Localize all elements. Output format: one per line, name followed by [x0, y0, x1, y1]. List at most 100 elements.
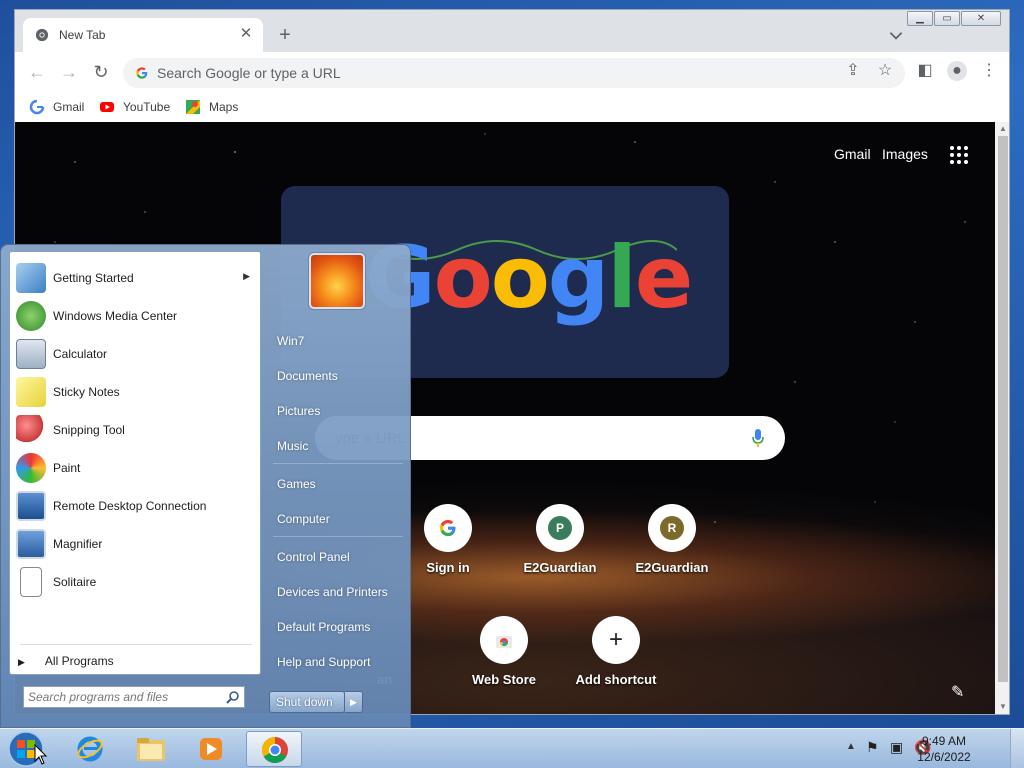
- program-magnifier[interactable]: Magnifier: [12, 526, 258, 562]
- program-label: Magnifier: [53, 537, 103, 551]
- start-search-box[interactable]: [23, 686, 245, 708]
- shortcut-add[interactable]: + Add shortcut: [560, 608, 672, 708]
- shut-down-options-arrow-icon[interactable]: ▶: [345, 691, 363, 713]
- chrome-icon: [261, 736, 288, 764]
- scroll-down-arrow-icon[interactable]: ▼: [998, 702, 1008, 712]
- place-help-and-support[interactable]: Help and Support: [277, 655, 370, 669]
- scrollbar-thumb[interactable]: [998, 136, 1008, 682]
- window-controls: ▁ ▭ ✕: [906, 11, 1001, 28]
- program-label: Getting Started: [53, 271, 134, 285]
- remote-desktop-icon: [16, 491, 46, 521]
- shortcut-icon-circle: [480, 616, 528, 664]
- taskbar-media-player[interactable]: [182, 731, 238, 767]
- start-menu-programs-pane: Getting Started ▶ Windows Media Center C…: [9, 251, 261, 675]
- tab-search-chevron-icon[interactable]: [887, 26, 905, 44]
- menu-kebab-icon[interactable]: ⋮: [979, 61, 999, 81]
- shortcut-icon-circle: [424, 504, 472, 552]
- user-avatar[interactable]: [309, 253, 365, 309]
- tab-new-tab[interactable]: New Tab ✕: [23, 18, 263, 52]
- program-paint[interactable]: Paint: [12, 450, 258, 486]
- search-icon[interactable]: [226, 690, 240, 704]
- close-window-button[interactable]: ✕: [961, 11, 1001, 26]
- bookmark-label: YouTube: [123, 100, 171, 114]
- menu-separator: [273, 463, 403, 464]
- program-sticky-notes[interactable]: Sticky Notes: [12, 374, 258, 410]
- start-search-area: [9, 675, 261, 719]
- place-documents[interactable]: Documents: [277, 369, 338, 383]
- shut-down-button[interactable]: Shut down: [269, 691, 345, 713]
- chrome-favicon-icon: [35, 28, 49, 42]
- address-bar[interactable]: [123, 58, 905, 88]
- back-arrow-icon[interactable]: ←: [25, 60, 49, 84]
- place-games[interactable]: Games: [277, 477, 316, 491]
- bookmark-gmail[interactable]: Gmail: [29, 97, 84, 117]
- web-store-icon: [496, 636, 512, 648]
- google-apps-grid-icon[interactable]: [950, 146, 970, 166]
- google-doodle-logo: Google: [365, 228, 693, 328]
- youtube-icon: [100, 102, 114, 112]
- folder-icon: [137, 738, 165, 761]
- place-default-programs[interactable]: Default Programs: [277, 620, 370, 634]
- place-control-panel[interactable]: Control Panel: [277, 550, 350, 564]
- shortcut-e2guardian-r[interactable]: R E2Guardian: [616, 496, 728, 596]
- forward-arrow-icon[interactable]: →: [57, 60, 81, 84]
- address-input[interactable]: [157, 62, 817, 84]
- place-devices-and-printers[interactable]: Devices and Printers: [277, 585, 388, 599]
- show-hidden-icons-icon[interactable]: ▲: [846, 741, 856, 752]
- bookmark-youtube[interactable]: YouTube: [99, 97, 170, 117]
- program-label: Snipping Tool: [53, 423, 125, 437]
- reload-icon[interactable]: ↻: [89, 60, 113, 84]
- minimize-button[interactable]: ▁: [907, 11, 933, 26]
- taskbar-windows-explorer[interactable]: [122, 731, 178, 767]
- place-computer[interactable]: Computer: [277, 512, 330, 526]
- program-label: Solitaire: [53, 575, 97, 589]
- taskbar-google-chrome[interactable]: [246, 731, 302, 767]
- bookmark-maps[interactable]: Maps: [185, 97, 238, 117]
- bookmark-label: Gmail: [53, 100, 85, 114]
- share-icon[interactable]: ⇪: [843, 61, 863, 81]
- show-desktop-button[interactable]: [1010, 729, 1024, 768]
- scroll-up-arrow-icon[interactable]: ▲: [998, 124, 1008, 134]
- program-calculator[interactable]: Calculator: [12, 336, 258, 372]
- gmail-link[interactable]: Gmail: [834, 146, 871, 162]
- mouse-cursor-icon: [34, 744, 48, 765]
- shortcut-icon-circle: R: [648, 504, 696, 552]
- new-tab-button[interactable]: +: [273, 24, 297, 48]
- program-getting-started[interactable]: Getting Started ▶: [12, 260, 258, 296]
- place-pictures[interactable]: Pictures: [277, 404, 320, 418]
- letter-avatar-icon: R: [660, 516, 684, 540]
- start-search-input[interactable]: [28, 689, 218, 705]
- menu-separator: [20, 644, 252, 645]
- paint-icon: [16, 453, 46, 483]
- shortcut-icon-circle: +: [592, 616, 640, 664]
- shortcut-e2guardian-p[interactable]: P E2Guardian: [504, 496, 616, 596]
- program-solitaire[interactable]: Solitaire: [12, 564, 258, 600]
- program-snipping-tool[interactable]: Snipping Tool: [12, 412, 258, 448]
- shortcut-web-store[interactable]: Web Store: [448, 608, 560, 708]
- images-link[interactable]: Images: [882, 146, 928, 162]
- taskbar-clock[interactable]: 9:49 AM 12/6/2022: [898, 733, 990, 765]
- taskbar-internet-explorer[interactable]: [62, 731, 118, 767]
- clock-date: 12/6/2022: [917, 750, 971, 764]
- bookmark-star-icon[interactable]: ☆: [875, 61, 895, 81]
- profile-avatar-icon[interactable]: ●: [947, 61, 967, 81]
- sticky-notes-icon: [16, 377, 46, 407]
- maximize-button[interactable]: ▭: [934, 11, 960, 26]
- program-remote-desktop[interactable]: Remote Desktop Connection: [12, 488, 258, 524]
- program-windows-media-center[interactable]: Windows Media Center: [12, 298, 258, 334]
- shortcut-label: E2Guardian: [635, 560, 709, 575]
- microphone-icon[interactable]: [751, 428, 765, 448]
- place-win7[interactable]: Win7: [277, 334, 304, 348]
- place-music[interactable]: Music: [277, 439, 308, 453]
- side-panel-icon[interactable]: ◧: [915, 61, 935, 81]
- all-programs-button[interactable]: ▶ All Programs: [18, 654, 114, 668]
- tab-strip: New Tab ✕ + ▁ ▭ ✕: [15, 10, 1009, 52]
- browser-toolbar: ← → ↻ ⇪ ☆ ◧ ● ⋮: [15, 52, 1009, 92]
- shortcut-icon-circle: P: [536, 504, 584, 552]
- bookmark-label: Maps: [209, 100, 239, 114]
- taskbar: ▲ ⚑ ▣ 🔇 9:49 AM 12/6/2022: [0, 728, 1024, 768]
- action-center-flag-icon[interactable]: ⚑: [866, 739, 879, 756]
- close-tab-icon[interactable]: ✕: [237, 25, 255, 43]
- page-scrollbar[interactable]: ▲ ▼: [995, 122, 1009, 714]
- customize-pencil-icon[interactable]: ✎: [951, 682, 971, 702]
